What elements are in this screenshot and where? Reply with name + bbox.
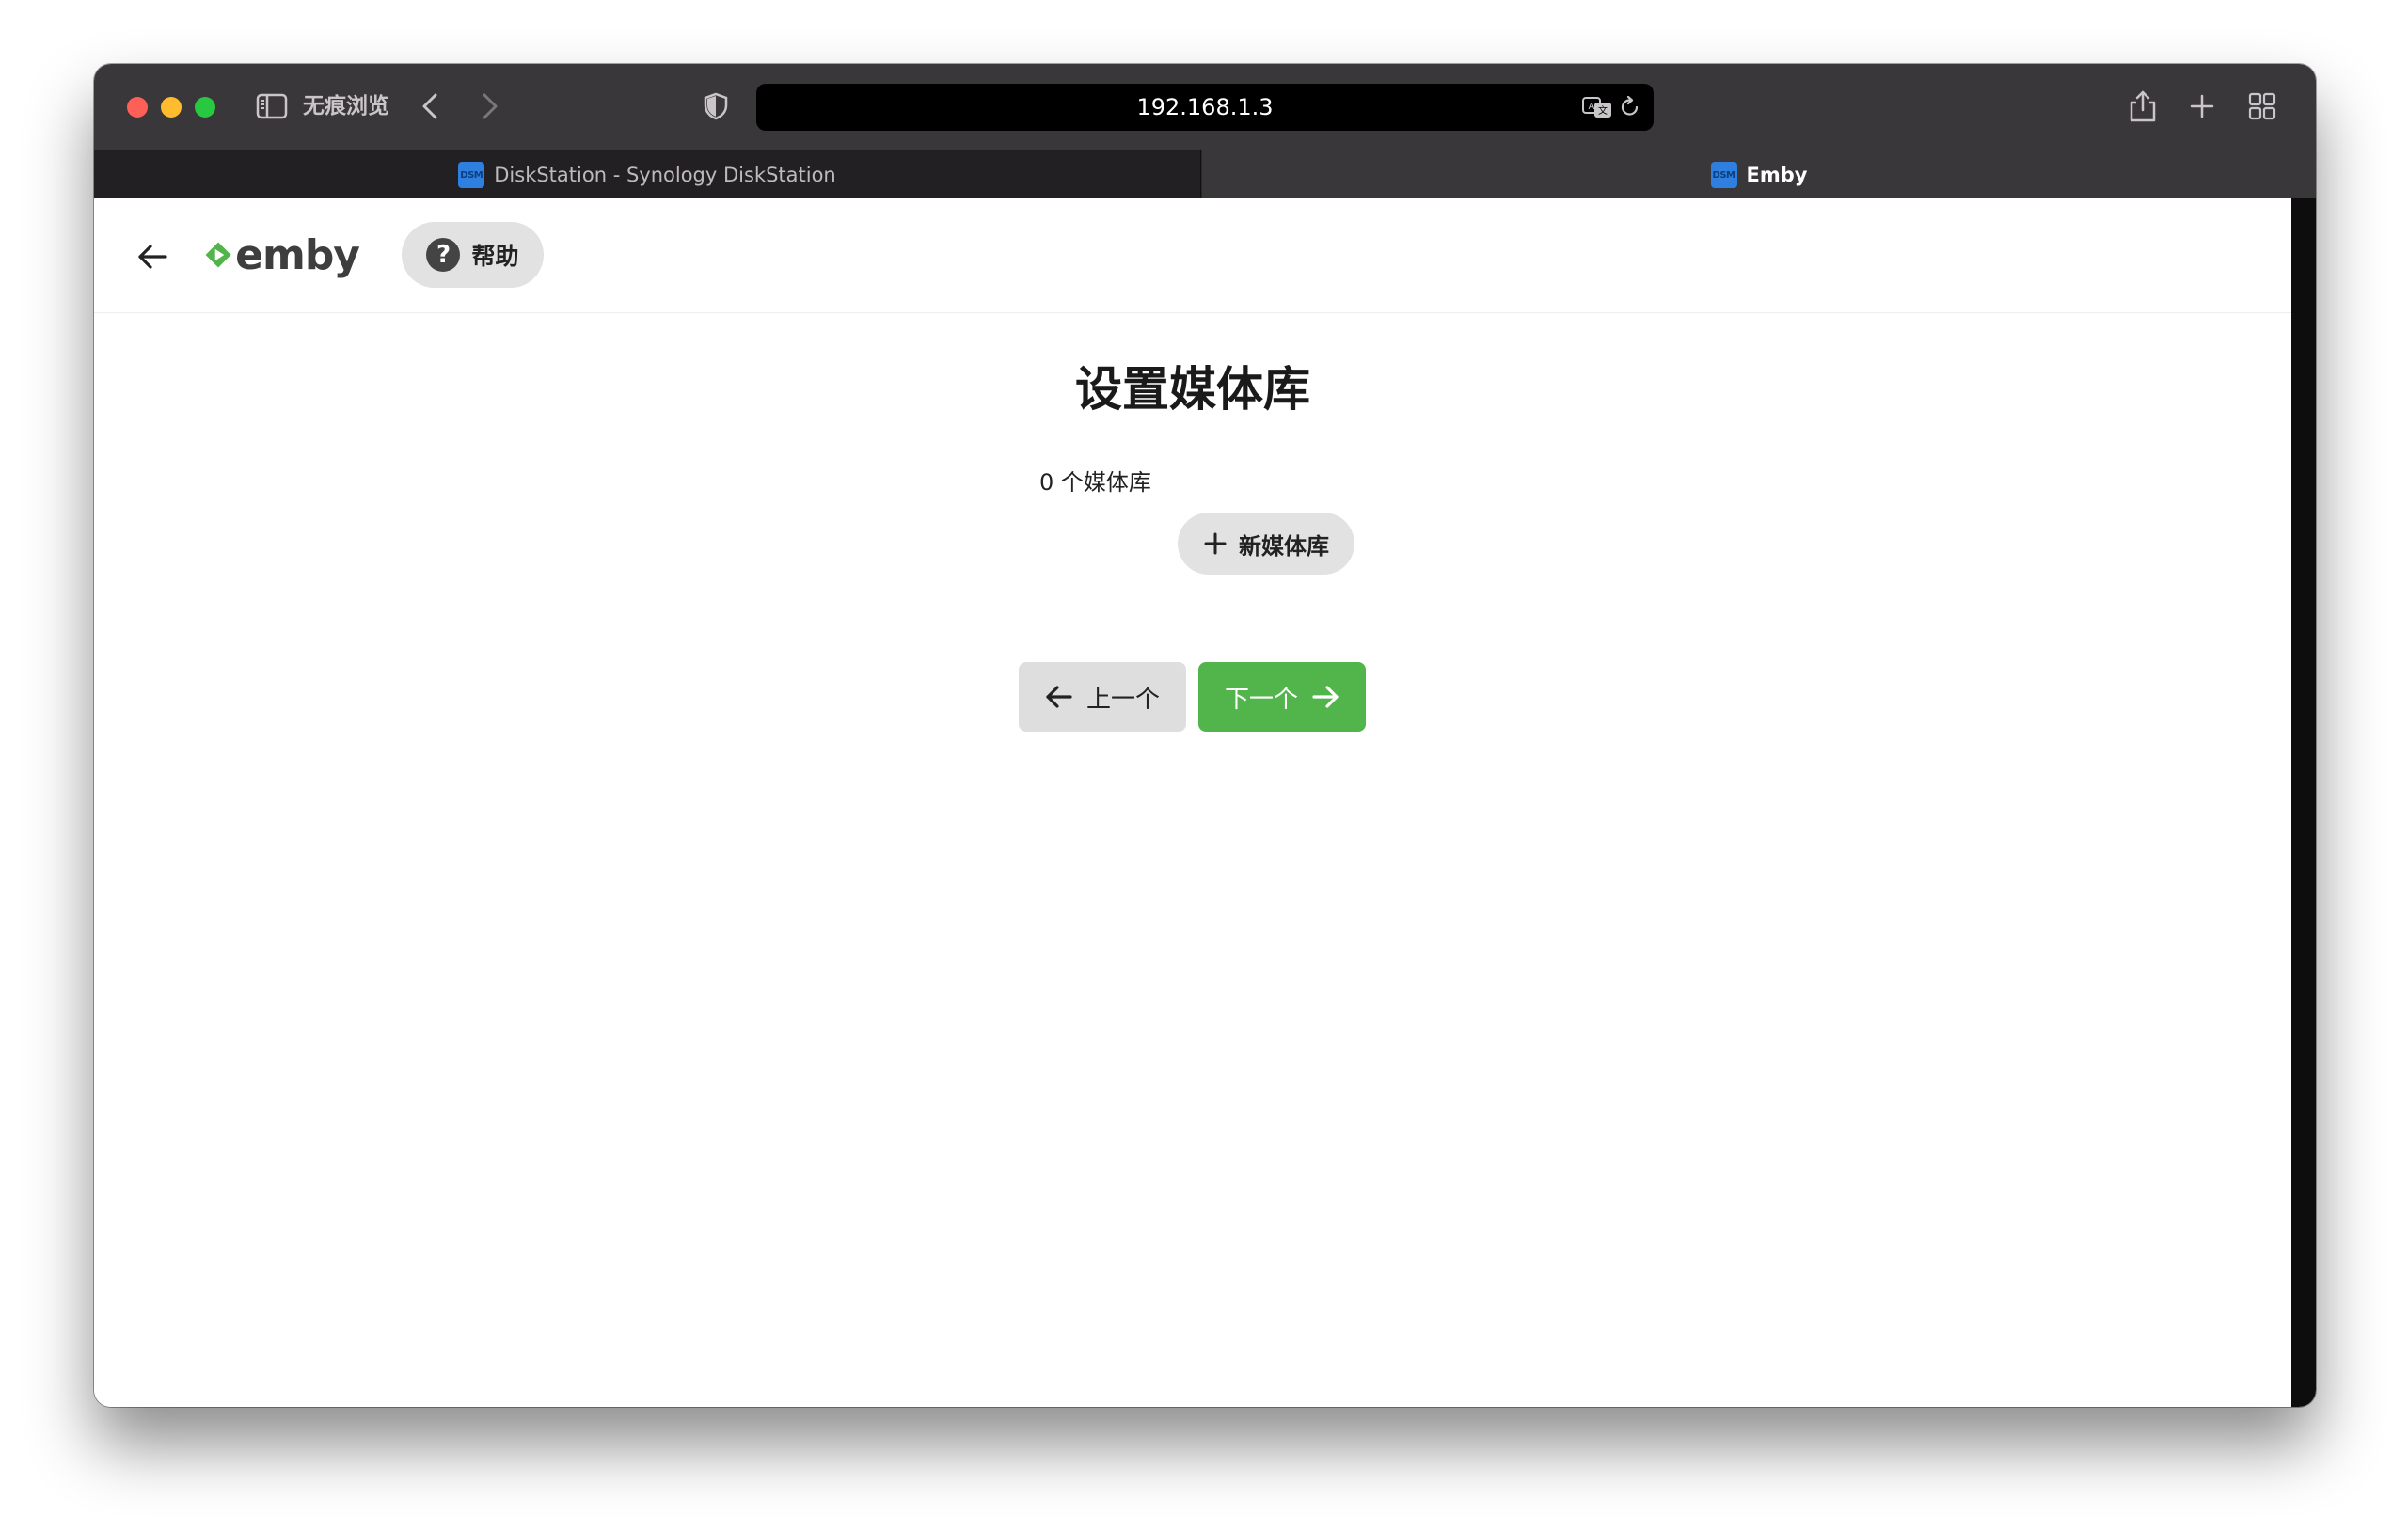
close-window-button[interactable] [127, 97, 148, 118]
emby-logo[interactable]: emby [205, 229, 360, 281]
tab-bar: DSM DiskStation - Synology DiskStation D… [94, 150, 2316, 199]
plus-icon [1204, 532, 1227, 555]
tab-overview-icon[interactable] [2246, 90, 2278, 122]
dsm-favicon-icon: DSM [458, 162, 485, 188]
tab-diskstation[interactable]: DSM DiskStation - Synology DiskStation [94, 150, 1201, 199]
arrow-left-icon[interactable] [134, 238, 171, 276]
arrow-right-icon [1312, 686, 1339, 708]
reload-icon[interactable] [1618, 95, 1642, 119]
next-button[interactable]: 下一个 [1198, 662, 1366, 732]
sidebar-icon[interactable] [256, 92, 288, 120]
library-count: 0 个媒体库 [1039, 469, 1151, 496]
translate-icon[interactable]: A文 [1582, 95, 1612, 119]
new-library-button[interactable]: 新媒体库 [1178, 513, 1354, 575]
page-header: emby ? 帮助 [94, 198, 2291, 313]
svg-text:A: A [1589, 102, 1595, 112]
chevron-right-icon[interactable] [476, 90, 504, 122]
plus-icon[interactable] [2186, 90, 2218, 122]
help-icon: ? [426, 238, 461, 272]
share-icon[interactable] [2126, 88, 2160, 124]
tab-title: DiskStation - Synology DiskStation [494, 164, 836, 186]
minimize-window-button[interactable] [161, 97, 182, 118]
address-bar[interactable]: 192.168.1.3 A文 [756, 84, 1654, 131]
url-text: 192.168.1.3 [1136, 94, 1274, 120]
new-library-label: 新媒体库 [1239, 532, 1329, 560]
zoom-window-button[interactable] [195, 97, 215, 118]
next-label: 下一个 [1224, 685, 1298, 714]
help-button[interactable]: ? 帮助 [402, 222, 544, 288]
chevron-left-icon[interactable] [416, 90, 444, 122]
shield-icon[interactable] [702, 90, 730, 122]
logo-text: emby [235, 230, 360, 279]
svg-text:文: 文 [1598, 104, 1608, 117]
tab-title: Emby [1746, 164, 1808, 186]
dsm-favicon-icon: DSM [1710, 162, 1737, 188]
private-browsing-label: 无痕浏览 [303, 94, 389, 118]
page-title: 设置媒体库 [1075, 362, 1310, 417]
emby-logo-icon [205, 242, 231, 268]
previous-button[interactable]: 上一个 [1019, 662, 1186, 732]
emby-page: emby ? 帮助 设置媒体库 0 个媒体库 新媒体库 上一个 下一个 [94, 198, 2291, 1407]
browser-window: 无痕浏览 192.168.1.3 A文 DSM DiskStation - Sy… [94, 64, 2316, 1407]
tab-emby[interactable]: DSM Emby [1202, 150, 2316, 199]
arrow-left-icon [1046, 686, 1072, 708]
browser-toolbar: 无痕浏览 192.168.1.3 A文 [94, 64, 2316, 150]
previous-label: 上一个 [1085, 685, 1160, 714]
page-scrollbar-area [2291, 198, 2316, 1407]
help-label: 帮助 [471, 243, 519, 270]
